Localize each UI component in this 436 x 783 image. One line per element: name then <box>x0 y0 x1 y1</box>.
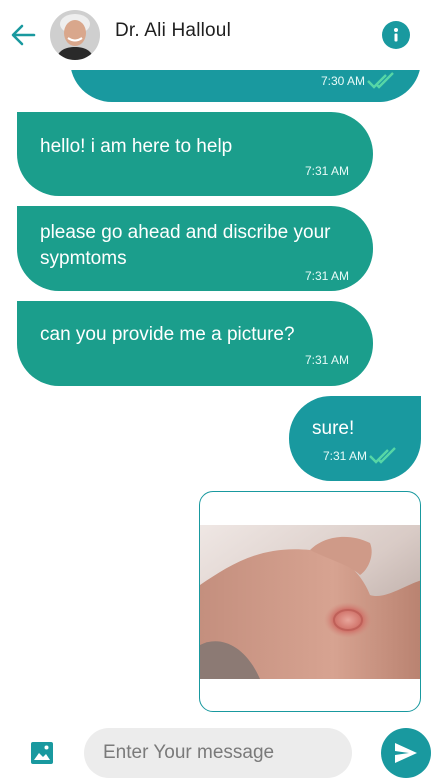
send-icon <box>395 743 417 763</box>
message-text: hello! i am here to help <box>40 136 233 157</box>
message-text: sure! <box>312 418 355 439</box>
received-message: please go ahead and discribe your sypmto… <box>17 206 373 291</box>
message-input[interactable] <box>84 728 352 778</box>
back-button[interactable] <box>8 20 38 50</box>
message-time: 7:31 AM <box>304 353 349 367</box>
message-meta: 7:30 AM <box>321 72 397 90</box>
sent-photo <box>200 525 420 679</box>
image-message[interactable] <box>199 491 421 712</box>
doctor-avatar-image <box>50 10 100 60</box>
message-text: please go ahead and discribe your sypmto… <box>40 222 331 269</box>
message-time: 7:30 AM <box>320 74 365 88</box>
info-icon <box>394 28 398 42</box>
double-check-icon <box>369 447 396 464</box>
message-time: 7:31 AM <box>322 449 367 463</box>
info-button[interactable] <box>382 21 410 49</box>
avatar[interactable] <box>50 10 100 60</box>
double-check-icon <box>367 72 394 89</box>
gallery-button[interactable] <box>29 740 55 766</box>
received-message: can you provide me a picture? 7:31 AM <box>17 301 373 386</box>
message-meta: 7:31 AM <box>323 447 399 465</box>
received-message: hello! i am here to help 7:31 AM <box>17 112 373 196</box>
contact-name: Dr. Ali Halloul <box>115 20 231 41</box>
message-text: can you provide me a picture? <box>40 324 295 345</box>
image-icon <box>31 742 53 764</box>
sent-message: sure! 7:31 AM <box>289 396 421 481</box>
chat-screen: 7:30 AM hello! i am here to help 7:31 AM… <box>0 0 436 783</box>
chat-header: Dr. Ali Halloul <box>0 0 436 70</box>
message-time: 7:31 AM <box>304 269 349 283</box>
message-list[interactable]: 7:30 AM hello! i am here to help 7:31 AM… <box>0 0 436 720</box>
send-button[interactable] <box>381 728 431 778</box>
message-time: 7:31 AM <box>304 164 349 178</box>
arrow-left-icon <box>11 24 36 46</box>
